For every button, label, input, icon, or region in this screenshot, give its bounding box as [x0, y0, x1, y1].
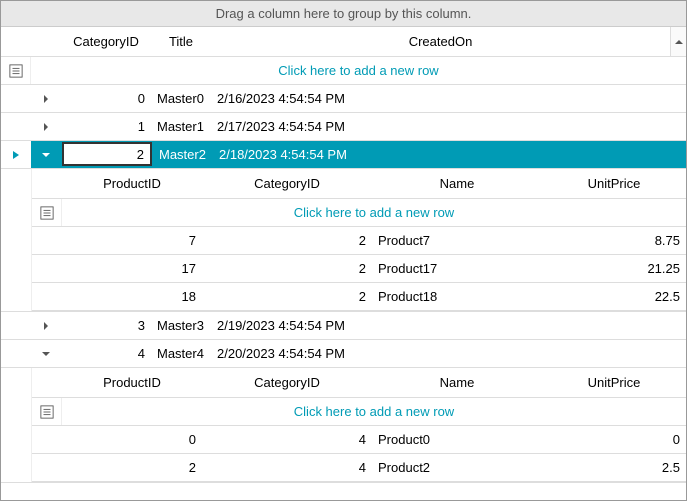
cell-categoryid[interactable]: 4	[61, 340, 151, 367]
child-grid: ProductID CategoryID Name UnitPrice Clic…	[1, 368, 686, 483]
child-add-new-row[interactable]: Click here to add a new row	[32, 199, 686, 227]
child-table-row[interactable]: 2 4 Product2 2.5	[32, 454, 686, 482]
vertical-scrollbar[interactable]	[670, 27, 686, 56]
child-header-unitprice[interactable]: UnitPrice	[542, 169, 686, 198]
cell-title[interactable]: Master1	[151, 113, 211, 140]
add-row-icon	[32, 398, 62, 425]
child-cell-productid[interactable]: 18	[62, 283, 202, 310]
child-header-row: ProductID CategoryID Name UnitPrice	[32, 368, 686, 398]
child-cell-productid[interactable]: 0	[62, 426, 202, 453]
child-header-name[interactable]: Name	[372, 169, 542, 198]
child-header-productid[interactable]: ProductID	[62, 169, 202, 198]
child-add-row-label[interactable]: Click here to add a new row	[62, 199, 686, 226]
header-expand-col	[31, 27, 61, 56]
table-row[interactable]: 1 Master1 2/17/2023 4:54:54 PM	[1, 113, 686, 141]
child-cell-name[interactable]: Product0	[372, 426, 542, 453]
group-panel[interactable]: Drag a column here to group by this colu…	[1, 1, 686, 27]
child-header-productid[interactable]: ProductID	[62, 368, 202, 397]
child-row-indicator	[32, 454, 62, 481]
child-cell-productid[interactable]: 7	[62, 227, 202, 254]
header-indicator-col	[1, 27, 31, 56]
expand-toggle[interactable]	[31, 312, 61, 339]
collapse-toggle[interactable]	[31, 340, 61, 367]
child-grid: ProductID CategoryID Name UnitPrice Clic…	[1, 169, 686, 312]
child-header-categoryid[interactable]: CategoryID	[202, 368, 372, 397]
cell-createdon[interactable]: 2/18/2023 4:54:54 PM	[213, 141, 686, 168]
child-cell-categoryid[interactable]: 2	[202, 227, 372, 254]
table-row-selected[interactable]: 2 Master2 2/18/2023 4:54:54 PM	[1, 141, 686, 169]
child-table-row[interactable]: 17 2 Product17 21.25	[32, 255, 686, 283]
expand-toggle[interactable]	[31, 113, 61, 140]
cell-title[interactable]: Master2	[153, 141, 213, 168]
expand-toggle[interactable]	[31, 85, 61, 112]
table-row[interactable]: 0 Master0 2/16/2023 4:54:54 PM	[1, 85, 686, 113]
child-cell-name[interactable]: Product7	[372, 227, 542, 254]
child-cell-name[interactable]: Product18	[372, 283, 542, 310]
table-row[interactable]: 3 Master3 2/19/2023 4:54:54 PM	[1, 312, 686, 340]
scroll-up-icon[interactable]	[671, 27, 686, 57]
cell-categoryid-focused[interactable]: 2	[62, 142, 152, 166]
cell-createdon[interactable]: 2/19/2023 4:54:54 PM	[211, 312, 686, 339]
cell-categoryid[interactable]: 0	[61, 85, 151, 112]
child-table-row[interactable]: 7 2 Product7 8.75	[32, 227, 686, 255]
header-categoryid[interactable]: CategoryID	[61, 27, 151, 56]
data-grid: Drag a column here to group by this colu…	[0, 0, 687, 501]
row-indicator-current	[1, 141, 31, 168]
add-row-icon	[32, 199, 62, 226]
child-cell-unitprice[interactable]: 21.25	[542, 255, 686, 282]
header-createdon[interactable]: CreatedOn	[211, 27, 670, 56]
child-cell-categoryid[interactable]: 2	[202, 283, 372, 310]
child-cell-name[interactable]: Product17	[372, 255, 542, 282]
child-cell-unitprice[interactable]: 2.5	[542, 454, 686, 481]
child-header-name[interactable]: Name	[372, 368, 542, 397]
child-cell-productid[interactable]: 17	[62, 255, 202, 282]
child-table-row[interactable]: 0 4 Product0 0	[32, 426, 686, 454]
child-table-row[interactable]: 18 2 Product18 22.5	[32, 283, 686, 311]
master-header-row: CategoryID Title CreatedOn	[1, 27, 686, 57]
row-indicator	[1, 312, 31, 339]
cell-title[interactable]: Master3	[151, 312, 211, 339]
child-header-row: ProductID CategoryID Name UnitPrice	[32, 169, 686, 199]
child-cell-categoryid[interactable]: 4	[202, 454, 372, 481]
cell-categoryid[interactable]: 1	[61, 113, 151, 140]
add-row-icon	[1, 57, 31, 84]
child-row-indicator	[32, 255, 62, 282]
cell-createdon[interactable]: 2/16/2023 4:54:54 PM	[211, 85, 686, 112]
table-row[interactable]: 4 Master4 2/20/2023 4:54:54 PM	[1, 340, 686, 368]
child-row-indicator	[32, 426, 62, 453]
header-title[interactable]: Title	[151, 27, 211, 56]
grid-body: Click here to add a new row 0 Master0 2/…	[1, 57, 686, 500]
child-indicator-col	[32, 368, 62, 397]
cell-categoryid[interactable]: 3	[61, 312, 151, 339]
child-cell-unitprice[interactable]: 0	[542, 426, 686, 453]
child-cell-productid[interactable]: 2	[62, 454, 202, 481]
child-row-indicator	[32, 227, 62, 254]
child-cell-categoryid[interactable]: 4	[202, 426, 372, 453]
row-indicator	[1, 113, 31, 140]
add-row-label[interactable]: Click here to add a new row	[31, 57, 686, 84]
child-cell-name[interactable]: Product2	[372, 454, 542, 481]
row-indicator	[1, 340, 31, 367]
child-header-unitprice[interactable]: UnitPrice	[542, 368, 686, 397]
cell-createdon[interactable]: 2/17/2023 4:54:54 PM	[211, 113, 686, 140]
child-header-categoryid[interactable]: CategoryID	[202, 169, 372, 198]
collapse-toggle[interactable]	[31, 141, 61, 168]
child-cell-unitprice[interactable]: 22.5	[542, 283, 686, 310]
child-indicator-col	[32, 169, 62, 198]
child-cell-categoryid[interactable]: 2	[202, 255, 372, 282]
cell-title[interactable]: Master0	[151, 85, 211, 112]
cell-title[interactable]: Master4	[151, 340, 211, 367]
child-row-indicator	[32, 283, 62, 310]
child-add-row-label[interactable]: Click here to add a new row	[62, 398, 686, 425]
row-indicator	[1, 85, 31, 112]
cell-createdon[interactable]: 2/20/2023 4:54:54 PM	[211, 340, 686, 367]
child-cell-unitprice[interactable]: 8.75	[542, 227, 686, 254]
add-new-row[interactable]: Click here to add a new row	[1, 57, 686, 85]
child-add-new-row[interactable]: Click here to add a new row	[32, 398, 686, 426]
